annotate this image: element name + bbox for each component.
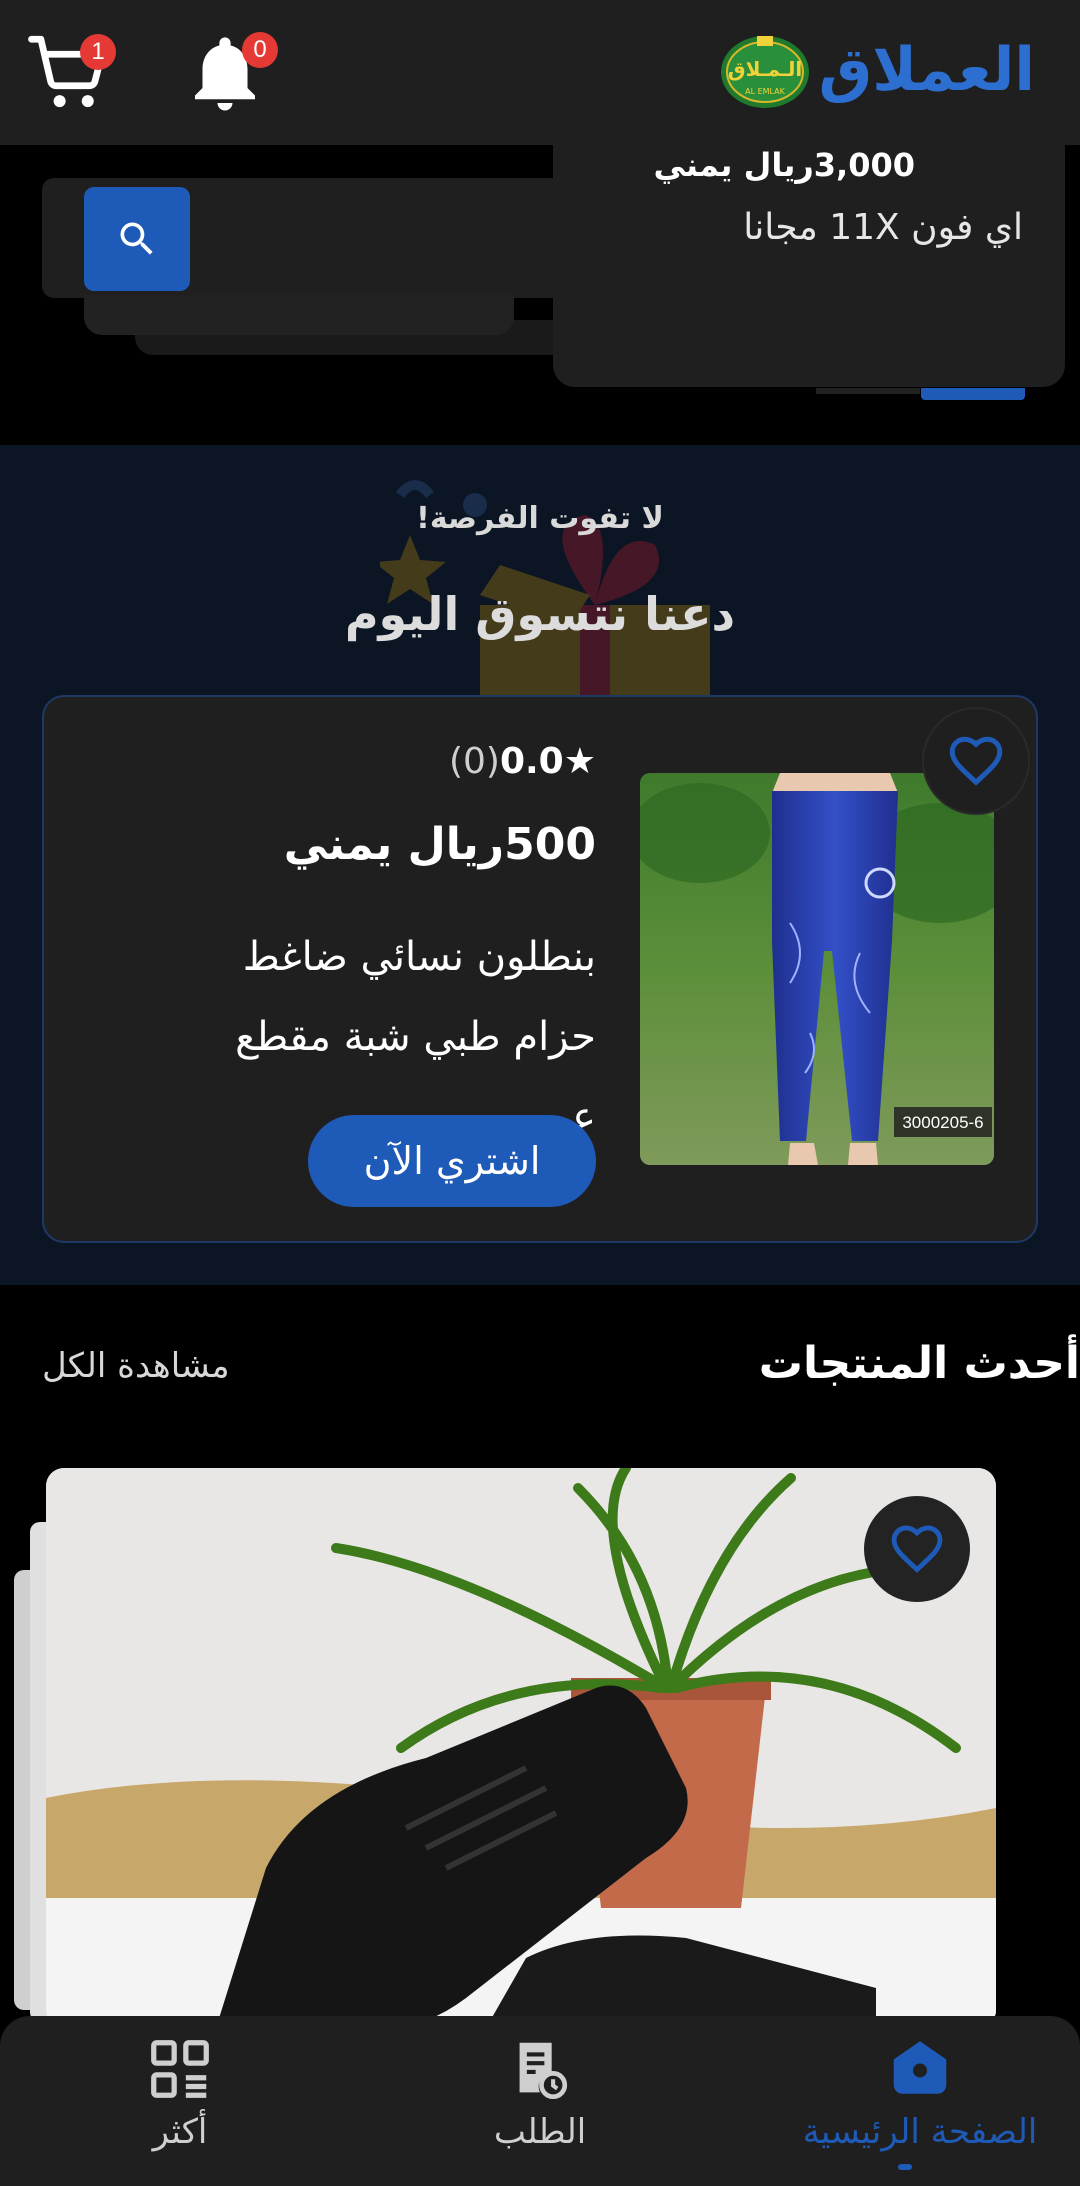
search-section: 3,000ريال يمني اي فون 11X مجانا [0, 145, 1080, 445]
heart-icon [891, 1525, 943, 1573]
view-all-link[interactable]: مشاهدة الكل [42, 1346, 230, 1386]
svg-text:الـمـلاق: الـمـلاق [727, 57, 802, 81]
suggestion-price: 3,000ريال يمني [653, 146, 915, 184]
grid-icon [151, 2040, 209, 2098]
app-header: العملاق الـمـلاق AL EMLAK 0 1 [0, 0, 1080, 145]
promo-subtitle: لا تفوت الفرصة! [416, 501, 664, 536]
rating-count: (0) [448, 741, 500, 782]
home-icon [893, 2041, 947, 2094]
nav-home[interactable]: الصفحة الرئيسية [790, 2034, 1050, 2152]
leggings-image: 3000205-6 [640, 773, 994, 1165]
svg-text:3000205-6: 3000205-6 [902, 1113, 983, 1132]
shoes-image [46, 1468, 996, 2028]
deal-product-image: 3000205-6 [640, 773, 994, 1165]
carousel-indicator-active [921, 388, 1025, 400]
nav-orders[interactable]: الطلب [410, 2034, 670, 2152]
brand-name: العملاق [818, 35, 1035, 105]
search-overlay-panel [84, 295, 514, 335]
nav-more[interactable]: أكثر [50, 2034, 310, 2152]
svg-text:AL EMLAK: AL EMLAK [745, 87, 786, 96]
search-icon [120, 222, 153, 255]
brand-logo: الـمـلاق AL EMLAK [720, 36, 809, 108]
bottom-navigation: الصفحة الرئيسية الطلب أكثر [0, 2016, 1080, 2186]
deal-rating: ★0.0(0) [449, 741, 596, 782]
search-suggestion[interactable]: 3,000ريال يمني اي فون 11X مجانا [553, 145, 1065, 387]
heart-icon [949, 736, 1003, 786]
orders-icon [519, 2042, 568, 2100]
rating-value: 0.0 [499, 741, 564, 782]
nav-home-label: الصفحة الرئيسية [802, 2112, 1038, 2152]
notifications-badge: 0 [242, 32, 278, 68]
nav-orders-label: الطلب [493, 2112, 587, 2152]
carousel-indicator [816, 388, 920, 394]
deal-price: 500ريال يمني [283, 819, 596, 870]
deal-favorite-button[interactable] [922, 707, 1030, 815]
nav-more-label: أكثر [152, 2112, 208, 2152]
star-icon: ★ [563, 741, 596, 782]
product-favorite-button[interactable] [864, 1496, 970, 1602]
home-indicator [898, 2164, 912, 2170]
promo-title: دعنا نتسوق اليوم [344, 587, 736, 641]
search-button[interactable] [84, 187, 190, 291]
latest-products-title: أحدث المنتجات [758, 1338, 1080, 1389]
promo-section: لا تفوت الفرصة! دعنا نتسوق اليوم 3000205… [0, 445, 1080, 1285]
suggestion-name: اي فون 11X مجانا [743, 207, 1023, 248]
cart-button[interactable]: 1 [24, 28, 116, 118]
cart-badge: 1 [80, 34, 116, 70]
deal-card[interactable]: 3000205-6 ★0.0(0) 500ريال يمني بنطلون نس… [42, 695, 1038, 1243]
product-card[interactable] [46, 1468, 996, 2028]
notifications-button[interactable]: 0 [180, 28, 278, 118]
buy-now-button[interactable]: اشتري الآن [308, 1115, 596, 1207]
brand[interactable]: العملاق الـمـلاق AL EMLAK [719, 30, 1035, 110]
